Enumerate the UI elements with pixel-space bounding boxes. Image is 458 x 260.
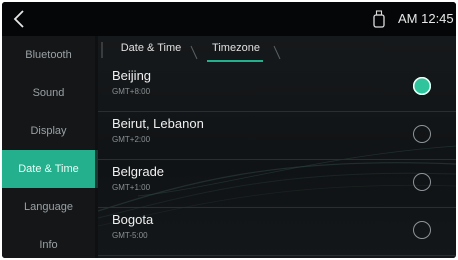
timezone-offset: GMT-5:00 [112, 231, 148, 240]
clock: AM 12:45 [398, 11, 454, 26]
radio-unselected-icon[interactable] [413, 173, 431, 191]
sidebar-item-language[interactable]: Language [2, 188, 95, 226]
timezone-row[interactable]: Bogota GMT-5:00 [98, 208, 456, 256]
timezone-row[interactable]: Belgrade GMT+1:00 [98, 160, 456, 208]
timezone-offset: GMT+8:00 [112, 87, 151, 96]
status-bar: AM 12:45 [2, 2, 456, 36]
sidebar-item-bluetooth[interactable]: Bluetooth [2, 36, 95, 74]
sidebar-item-display[interactable]: Display [2, 112, 95, 150]
sidebar: Bluetooth Sound Display Date & Time Lang… [2, 36, 95, 258]
tab-active-indicator [207, 60, 263, 62]
timezone-name: Beirut, Lebanon [112, 116, 204, 131]
tab-date-time[interactable]: Date & Time [106, 36, 196, 63]
sidebar-item-info[interactable]: Info [2, 226, 95, 258]
radio-unselected-icon[interactable] [413, 125, 431, 143]
usb-icon [373, 10, 385, 28]
radio-unselected-icon[interactable] [413, 221, 431, 239]
timezone-name: Bogota [112, 212, 154, 227]
timezone-row[interactable]: Beirut, Lebanon GMT+2:00 [98, 112, 456, 160]
sidebar-item-date-time[interactable]: Date & Time [2, 150, 95, 188]
sidebar-item-sound[interactable]: Sound [2, 74, 95, 112]
car-settings-screen: AM 12:45 Bluetooth Sound Display Date & … [2, 2, 456, 258]
tab-divider [273, 45, 281, 60]
timezone-panel: Date & Time Timezone Beijing GMT+8:00 Be… [98, 36, 456, 258]
tab-divider [190, 45, 198, 60]
timezone-row[interactable]: Beijing GMT+8:00 [98, 64, 456, 112]
radio-selected-icon[interactable] [413, 77, 431, 95]
tab-timezone[interactable]: Timezone [199, 36, 273, 63]
timezone-name: Beijing [112, 68, 152, 83]
tab-bar: Date & Time Timezone [98, 36, 456, 63]
timezone-name: Belgrade [112, 164, 165, 179]
timezone-offset: GMT+1:00 [112, 183, 151, 192]
timezone-offset: GMT+2:00 [112, 135, 151, 144]
chevron-left-icon[interactable] [12, 9, 26, 29]
